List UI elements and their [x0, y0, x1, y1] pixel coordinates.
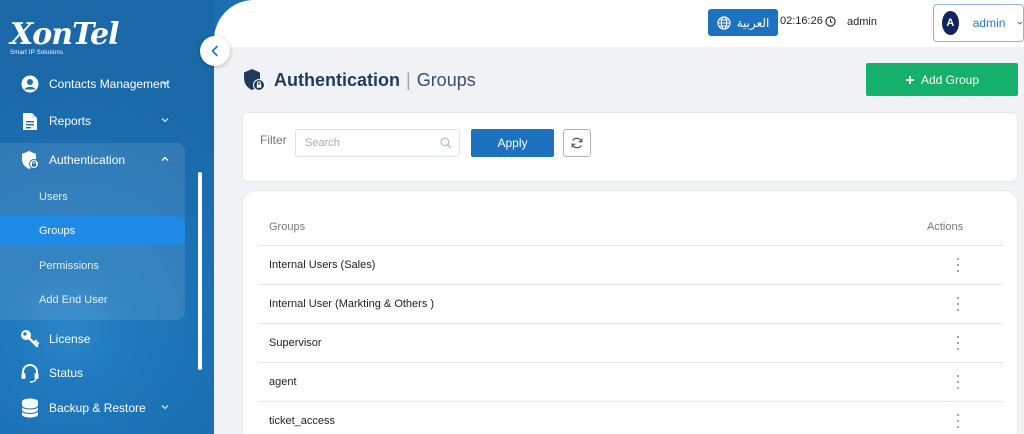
- headset-icon: [20, 363, 40, 383]
- chevron-down-icon: [161, 81, 169, 86]
- chevron-left-icon: [211, 45, 218, 57]
- authentication-group: Authentication Users Groups Permissions …: [0, 143, 185, 320]
- globe-icon: [716, 15, 731, 30]
- table-row: Internal User (Markting & Others ): [259, 285, 1003, 324]
- page-title: Authentication | Groups: [242, 68, 476, 92]
- clock-icon: [825, 15, 836, 27]
- row-actions-menu-icon[interactable]: [952, 336, 964, 350]
- chevron-up-icon: [161, 156, 169, 161]
- clock: 02:16:26: [780, 15, 836, 27]
- sidebar-subitem-groups[interactable]: Groups: [0, 216, 185, 246]
- language-label: العربية: [736, 15, 770, 30]
- plus-icon: [905, 75, 914, 84]
- sidebar-subitem-label: Groups: [39, 225, 76, 237]
- sidebar-scrollbar[interactable]: [198, 172, 202, 370]
- row-actions-menu-icon[interactable]: [952, 297, 964, 311]
- sidebar-item-reports[interactable]: Reports: [0, 104, 200, 138]
- add-group-button[interactable]: Add Group: [866, 63, 1018, 96]
- user-circle-icon: [20, 74, 40, 94]
- chevron-down-icon: [161, 118, 169, 123]
- user-menu[interactable]: A admin: [933, 4, 1024, 42]
- sidebar-item-label: Contacts Management: [49, 77, 170, 91]
- sidebar-item-label: License: [49, 332, 91, 346]
- sidebar-subitem-permissions[interactable]: Permissions: [0, 251, 185, 281]
- groups-table: Groups Actions Internal Users (Sales) In…: [242, 190, 1018, 434]
- table-row: Supervisor: [259, 324, 1003, 363]
- sidebar-item-label: Reports: [49, 114, 92, 128]
- sidebar-item-label: Backup & Restore: [49, 401, 146, 415]
- database-icon: [20, 398, 40, 418]
- top-bar: العربية 02:16:26 admin A admin: [214, 0, 1024, 47]
- sidebar-subitem-label: Permissions: [39, 260, 99, 272]
- sidebar: XonTel Smart IP Solutions Contacts Manag…: [0, 0, 214, 434]
- group-name: agent: [269, 376, 297, 388]
- user-menu-name: admin: [972, 16, 1006, 30]
- group-name: Supervisor: [269, 337, 322, 349]
- sidebar-item-label: Authentication: [49, 153, 126, 167]
- group-name: Internal User (Markting & Others ): [269, 298, 435, 310]
- table-row: Internal Users (Sales): [259, 246, 1003, 285]
- sidebar-subitem-add-end-user[interactable]: Add End User: [0, 285, 185, 315]
- sidebar-item-backup-restore[interactable]: Backup & Restore: [0, 391, 200, 425]
- xontel-logo[interactable]: XonTel Smart IP Solutions: [10, 20, 120, 62]
- group-name: Internal Users (Sales): [269, 259, 376, 271]
- row-actions-menu-icon[interactable]: [952, 375, 964, 389]
- time-text: 02:16:26: [780, 15, 823, 27]
- avatar: A: [942, 11, 959, 35]
- language-switch-button[interactable]: العربية: [708, 9, 778, 36]
- sidebar-collapse-button[interactable]: [200, 36, 230, 66]
- sidebar-item-status[interactable]: Status: [0, 356, 200, 390]
- group-name: ticket_access: [269, 415, 336, 427]
- sidebar-item-authentication[interactable]: Authentication: [0, 143, 200, 177]
- sidebar-item-license[interactable]: License: [0, 322, 200, 356]
- key-icon: [20, 329, 40, 349]
- search-box: [295, 129, 460, 157]
- current-username: admin: [847, 16, 877, 28]
- shield-lock-icon: [20, 150, 40, 170]
- sidebar-item-label: Status: [49, 366, 84, 380]
- sidebar-subitem-users[interactable]: Users: [0, 182, 185, 212]
- sidebar-item-contacts-management[interactable]: Contacts Management: [0, 67, 200, 101]
- add-group-label: Add Group: [920, 72, 980, 87]
- main-content: العربية 02:16:26 admin A admin Authentic…: [214, 0, 1024, 434]
- page-title-main: Authentication: [274, 69, 400, 90]
- filter-card: Filter Apply: [242, 112, 1018, 182]
- row-actions-menu-icon[interactable]: [952, 258, 964, 272]
- table-row: agent: [259, 363, 1003, 402]
- column-header-actions: Actions: [927, 221, 964, 233]
- table-row: ticket_access: [259, 402, 1003, 434]
- page-title-separator: |: [406, 69, 411, 90]
- refresh-button[interactable]: [563, 129, 591, 157]
- page-title-sub: Groups: [416, 69, 476, 90]
- refresh-icon: [571, 137, 583, 149]
- apply-button[interactable]: Apply: [471, 129, 554, 157]
- sidebar-subitem-label: Add End User: [39, 294, 108, 306]
- search-input[interactable]: [296, 130, 436, 156]
- chevron-down-icon: [161, 405, 169, 410]
- filter-label: Filter: [260, 133, 287, 147]
- row-actions-menu-icon[interactable]: [952, 414, 964, 428]
- sidebar-subitem-label: Users: [39, 191, 68, 203]
- caret-down-icon: [1017, 21, 1023, 25]
- document-icon: [20, 111, 40, 131]
- column-header-groups: Groups: [269, 221, 306, 233]
- search-icon: [440, 137, 452, 149]
- logo-text: XonTel: [10, 17, 119, 52]
- shield-lock-icon: [244, 69, 265, 91]
